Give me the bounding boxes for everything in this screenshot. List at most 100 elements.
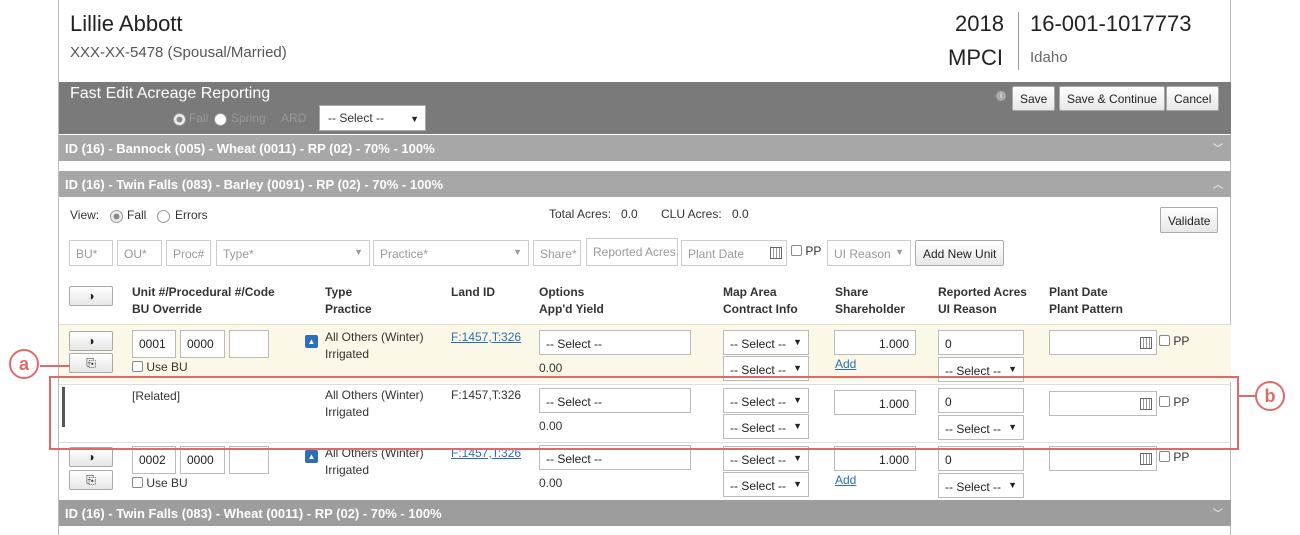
- pp-group[interactable]: PP: [1159, 449, 1189, 466]
- plant-date-input[interactable]: Plant Date: [681, 240, 787, 266]
- chevron-down-icon[interactable]: ﹀: [1213, 140, 1223, 155]
- share-input[interactable]: Share*: [533, 240, 581, 266]
- code-input[interactable]: [229, 446, 269, 474]
- callout-b-line: [1239, 395, 1256, 397]
- section-title: ID (16) - Twin Falls (083) - Barley (009…: [65, 177, 444, 192]
- section-header-bannock-wheat[interactable]: ID (16) - Bannock (005) - Wheat (0011) -…: [59, 135, 1231, 161]
- total-acres-value: 0.0: [621, 207, 638, 221]
- reported-acres-input[interactable]: Reported Acres: [586, 238, 678, 266]
- table-row: ◑ ⎘ 0002 0000 Use BU ▲ All Others (Winte…: [59, 442, 1231, 500]
- practice-value: Irrigated: [325, 463, 370, 477]
- plant-date-input[interactable]: [1049, 330, 1157, 355]
- producer-ssn: XXX-XX-5478 (Spousal/Married): [70, 44, 287, 61]
- use-bu-checkbox[interactable]: [132, 361, 143, 372]
- view-errors-radio[interactable]: [157, 210, 170, 223]
- ui-reason-value: UI Reason: [834, 247, 891, 261]
- approved-yield: 0.00: [539, 361, 563, 375]
- pp-checkbox-group[interactable]: PP: [791, 244, 821, 258]
- unit-number-input[interactable]: 0002: [132, 446, 176, 474]
- fall-radio[interactable]: [173, 113, 186, 126]
- chevron-down-icon: ▼: [793, 453, 802, 463]
- land-id-link[interactable]: F:1457,T:326: [451, 329, 521, 346]
- section-title: ID (16) - Twin Falls (083) - Wheat (0011…: [65, 506, 442, 521]
- cancel-button[interactable]: Cancel: [1166, 86, 1220, 111]
- col-options-line2: App'd Yield: [539, 302, 604, 316]
- pp-group[interactable]: PP: [1159, 333, 1189, 350]
- program-label: MPCI: [948, 45, 1003, 70]
- map-area-select[interactable]: -- Select -- ▼: [723, 330, 809, 355]
- view-fall-radio[interactable]: [110, 210, 123, 223]
- col-plant-date: Plant Date Plant Pattern: [1049, 284, 1123, 318]
- contrast-toggle[interactable]: ◑: [69, 331, 113, 351]
- type-select[interactable]: Type* ▼: [216, 240, 370, 266]
- chevron-down-icon: ▼: [793, 337, 802, 347]
- pp-checkbox[interactable]: [1159, 335, 1170, 346]
- header-divider: [1018, 12, 1019, 70]
- spring-radio[interactable]: [214, 113, 227, 126]
- chevron-down-icon[interactable]: ﹀: [1213, 505, 1223, 520]
- save-continue-button[interactable]: Save & Continue: [1059, 86, 1166, 111]
- ou-input[interactable]: OU*: [117, 240, 162, 266]
- contract-info-select[interactable]: -- Select -- ▼: [723, 472, 809, 497]
- options-select[interactable]: -- Select --: [539, 330, 691, 355]
- validate-button[interactable]: Validate: [1160, 207, 1219, 233]
- add-shareholder-link[interactable]: Add: [835, 472, 856, 489]
- map-area-value: -- Select --: [730, 453, 787, 467]
- reported-acres-input[interactable]: 0: [938, 330, 1024, 355]
- procedural-input[interactable]: 0000: [180, 330, 225, 358]
- chevron-down-icon: ▼: [1008, 480, 1017, 490]
- contract-info-value: -- Select --: [730, 363, 787, 377]
- unit-number-input[interactable]: 0001: [132, 330, 176, 358]
- policy-number: 16-001-1017773: [1030, 11, 1192, 36]
- chevron-down-icon: ▼: [793, 363, 802, 373]
- col-reported-acres: Reported Acres UI Reason: [938, 284, 1027, 318]
- view-label: View:: [70, 208, 100, 222]
- copy-button[interactable]: ⎘: [69, 470, 113, 490]
- contrast-icon: ◑: [87, 289, 95, 303]
- ui-reason-select[interactable]: UI Reason ▼: [827, 240, 911, 266]
- approved-yield: 0.00: [539, 476, 563, 490]
- use-bu-group[interactable]: Use BU: [132, 359, 188, 376]
- contrast-icon: ◑: [87, 334, 95, 348]
- copy-button[interactable]: ⎘: [69, 353, 113, 373]
- save-button[interactable]: Save: [1012, 86, 1056, 111]
- chevron-up-icon[interactable]: ︿: [1213, 176, 1223, 191]
- use-bu-checkbox[interactable]: [132, 477, 143, 488]
- col-map-line1: Map Area: [723, 285, 777, 299]
- use-bu-label: Use BU: [146, 476, 188, 490]
- expand-icon[interactable]: ▲: [305, 450, 318, 463]
- use-bu-group[interactable]: Use BU: [132, 475, 188, 492]
- practice-select[interactable]: Practice* ▼: [373, 240, 529, 266]
- pp-label: PP: [805, 244, 822, 258]
- contrast-toggle[interactable]: ◑: [69, 447, 113, 467]
- add-new-unit-button[interactable]: Add New Unit: [915, 240, 1005, 266]
- calendar-icon[interactable]: [1140, 337, 1152, 349]
- contrast-toggle-all[interactable]: ◑: [69, 286, 113, 306]
- share-input[interactable]: 1.000: [834, 330, 916, 355]
- pp-checkbox[interactable]: [791, 245, 802, 256]
- section-header-twinfalls-wheat[interactable]: ID (16) - Twin Falls (083) - Wheat (0011…: [59, 500, 1231, 526]
- col-type: Type Practice: [325, 284, 372, 318]
- col-unit-line2: BU Override: [132, 302, 203, 316]
- expand-icon[interactable]: ▲: [305, 335, 318, 348]
- proc-input[interactable]: Proc#: [166, 240, 211, 266]
- pp-checkbox[interactable]: [1159, 451, 1170, 462]
- code-input[interactable]: [229, 330, 269, 358]
- bu-input[interactable]: BU*: [69, 240, 113, 266]
- info-icon[interactable]: i: [996, 91, 1006, 101]
- table-row: ◑ ⎘ 0001 0000 Use BU ▲ All Others (Winte…: [59, 324, 1231, 382]
- fast-edit-title: Fast Edit Acreage Reporting: [70, 85, 271, 102]
- use-bu-label: Use BU: [146, 360, 188, 374]
- calendar-icon[interactable]: [1140, 453, 1152, 465]
- section-header-twinfalls-barley[interactable]: ID (16) - Twin Falls (083) - Barley (009…: [59, 171, 1231, 197]
- fast-edit-toolbar: Fast Edit Acreage Reporting Fall Spring …: [59, 82, 1231, 134]
- section-title: ID (16) - Bannock (005) - Wheat (0011) -…: [65, 141, 435, 156]
- procedural-input[interactable]: 0000: [180, 446, 225, 474]
- calendar-icon[interactable]: [770, 247, 782, 259]
- ard-select[interactable]: -- Select -- ▼: [319, 105, 426, 131]
- add-shareholder-link[interactable]: Add: [835, 356, 856, 373]
- col-unit-line1: Unit #/Procedural #/Code: [132, 285, 275, 299]
- ui-reason-select[interactable]: -- Select -- ▼: [938, 473, 1024, 498]
- col-land-id: Land ID: [451, 285, 495, 299]
- practice-value: Irrigated: [325, 347, 370, 361]
